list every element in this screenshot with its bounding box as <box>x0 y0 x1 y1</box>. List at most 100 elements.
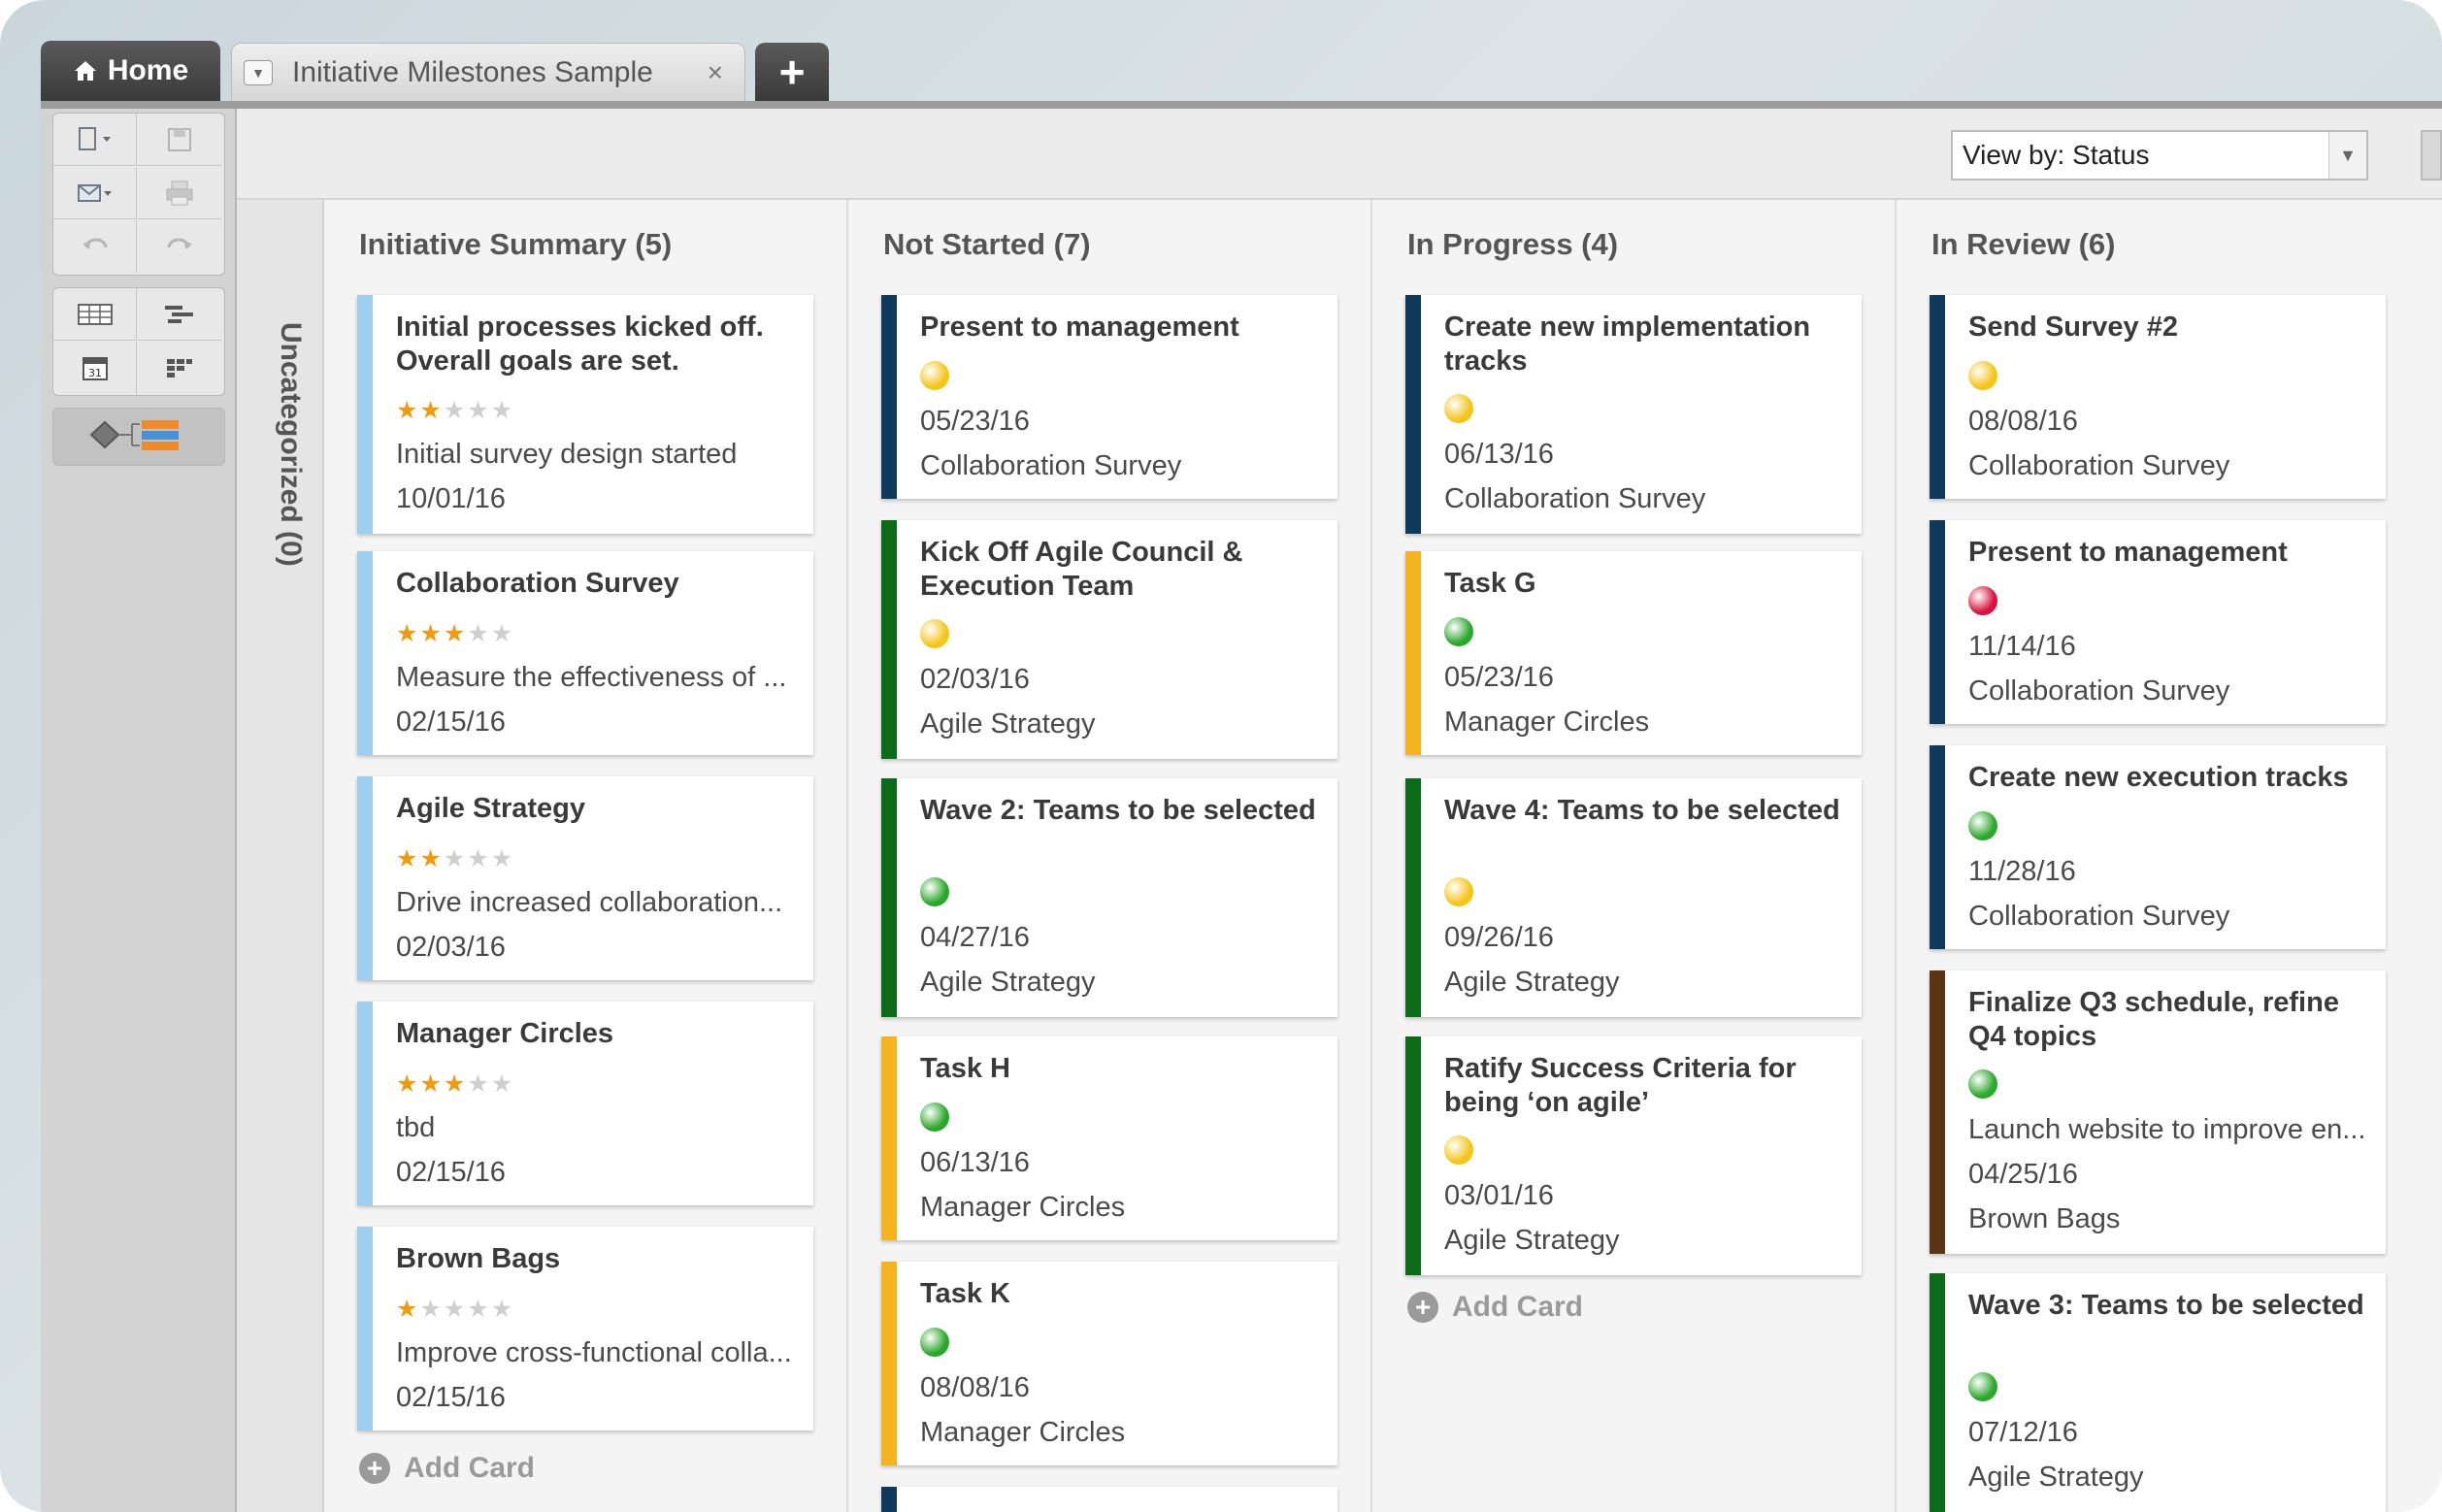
card[interactable]: Ratify Success Criteria for being ‘on ag… <box>1405 1036 1862 1275</box>
tab-bar: Home ▼ Initiative Milestones Sample × + <box>0 0 2442 109</box>
column-in-progress: In Progress (4) Create new implementatio… <box>1372 200 1897 1512</box>
grid-view-button[interactable] <box>53 288 137 341</box>
tab-initiative-milestones[interactable]: ▼ Initiative Milestones Sample × <box>231 43 745 101</box>
card[interactable]: Create new implementation tracks 06/13/1… <box>1405 295 1862 534</box>
rating-stars[interactable]: ★★★★★ <box>396 844 514 873</box>
star-empty-icon[interactable]: ★ <box>467 845 490 872</box>
close-icon: × <box>707 56 723 87</box>
star-filled-icon[interactable]: ★ <box>444 620 467 647</box>
card[interactable]: Present to management 11/14/16 Collabora… <box>1930 520 2386 724</box>
card-project: Manager Circles <box>920 1417 1126 1448</box>
workflow-button[interactable] <box>53 409 224 461</box>
star-empty-icon[interactable]: ★ <box>467 1296 490 1323</box>
star-filled-icon[interactable]: ★ <box>419 845 443 872</box>
card[interactable]: Task G 05/23/16 Manager Circles <box>1405 551 1862 755</box>
card[interactable]: Task H 06/13/16 Manager Circles <box>881 1036 1337 1240</box>
print-button[interactable] <box>138 167 221 219</box>
card-description: Measure the effectiveness of ... <box>396 662 787 693</box>
save-button[interactable] <box>138 114 221 166</box>
undo-button[interactable] <box>53 220 137 273</box>
home-icon <box>74 61 96 81</box>
rating-stars[interactable]: ★★★★★ <box>396 396 514 425</box>
gantt-view-button[interactable] <box>138 288 221 341</box>
card[interactable]: Wave 2: Teams to be selected 04/27/16 Ag… <box>881 778 1337 1017</box>
star-filled-icon[interactable]: ★ <box>396 397 419 424</box>
star-filled-icon[interactable]: ★ <box>396 1070 419 1098</box>
star-empty-icon[interactable]: ★ <box>491 397 514 424</box>
star-filled-icon[interactable]: ★ <box>419 620 443 647</box>
card-title: Create new implementation tracks <box>1444 312 1811 377</box>
card-project: Agile Strategy <box>920 708 1096 740</box>
star-empty-icon[interactable]: ★ <box>491 1296 514 1323</box>
card-title: Finalize Q3 schedule, refine Q4 topics <box>1968 987 2339 1052</box>
column-title: Initiative Summary (5) <box>359 227 673 261</box>
uncategorized-lane[interactable]: Uncategorized (0) <box>237 200 324 1512</box>
star-empty-icon[interactable]: ★ <box>444 1296 467 1323</box>
board-area: View by: Status ▼ Uncategorized (0) Init… <box>237 109 2442 1512</box>
rating-stars[interactable]: ★★★★★ <box>396 619 514 648</box>
close-tab-button[interactable]: × <box>708 57 723 88</box>
card-date: 02/15/16 <box>396 707 506 738</box>
chevron-down-icon[interactable]: ▼ <box>2328 132 2366 179</box>
card[interactable]: Kick Off Agile Council & Execution Team … <box>881 520 1337 759</box>
star-empty-icon[interactable]: ★ <box>467 620 490 647</box>
card[interactable]: Initial processes kicked off. Overall go… <box>357 295 813 534</box>
card[interactable]: Finalize Q3 schedule, refine Q4 topics L… <box>1930 970 2386 1254</box>
calendar-view-button[interactable]: 31 <box>53 342 137 394</box>
card-date: 06/13/16 <box>1444 439 1554 470</box>
card[interactable]: Wave 3: Teams to be selected 07/12/16 Ag… <box>1930 1273 2386 1512</box>
add-circle-icon: + <box>1407 1292 1438 1323</box>
card[interactable]: Manager Circles ★★★★★ tbd 02/15/16 <box>357 1002 813 1205</box>
card-view-button[interactable] <box>138 342 221 394</box>
card-title: Manager Circles <box>396 1018 614 1049</box>
star-filled-icon[interactable]: ★ <box>444 1070 467 1098</box>
card-project: Agile Strategy <box>1444 967 1620 998</box>
card-project: Agile Strategy <box>1968 1462 2144 1493</box>
rating-stars[interactable]: ★★★★★ <box>396 1295 514 1324</box>
card-title: Collaboration Survey <box>396 568 679 599</box>
card-title: Create new execution tracks <box>1968 762 2349 793</box>
new-document-button[interactable] <box>53 114 137 166</box>
chevron-down-icon: ▼ <box>251 64 265 81</box>
card[interactable]: Present to management 05/23/16 Collabora… <box>881 295 1337 499</box>
status-dot-icon <box>1444 394 1473 423</box>
card-title: Task H <box>920 1053 1010 1084</box>
star-empty-icon[interactable]: ★ <box>444 845 467 872</box>
star-empty-icon[interactable]: ★ <box>491 845 514 872</box>
card[interactable]: Brown Bags ★★★★★ Improve cross-functiona… <box>357 1227 813 1430</box>
card-date: 08/08/16 <box>920 1372 1030 1403</box>
card-title: Present to management <box>920 312 1239 343</box>
rating-stars[interactable]: ★★★★★ <box>396 1069 514 1099</box>
card[interactable]: Send Survey #2 08/08/16 Collaboration Su… <box>1930 295 2386 499</box>
email-button[interactable] <box>53 167 137 219</box>
star-filled-icon[interactable]: ★ <box>396 845 419 872</box>
star-empty-icon[interactable]: ★ <box>467 397 490 424</box>
star-empty-icon[interactable]: ★ <box>444 397 467 424</box>
tab-menu-dropdown[interactable]: ▼ <box>244 59 273 85</box>
star-filled-icon[interactable]: ★ <box>419 397 443 424</box>
add-card-button[interactable]: + Add Card <box>1407 1291 1583 1324</box>
star-filled-icon[interactable]: ★ <box>396 620 419 647</box>
star-empty-icon[interactable]: ★ <box>419 1296 443 1323</box>
add-card-button[interactable]: + Add Card <box>359 1452 535 1485</box>
card-date: 05/23/16 <box>1444 662 1554 693</box>
side-panel-handle[interactable] <box>2421 130 2442 181</box>
card[interactable]: Task K 08/08/16 Manager Circles <box>881 1262 1337 1465</box>
star-filled-icon[interactable]: ★ <box>396 1296 419 1323</box>
redo-button[interactable] <box>138 220 221 273</box>
status-dot-icon <box>920 877 949 906</box>
status-dot-icon <box>920 361 949 390</box>
add-tab-button[interactable]: + <box>755 43 829 101</box>
tab-home[interactable]: Home <box>41 41 220 101</box>
card[interactable]: Wave 4: Teams to be selected 09/26/16 Ag… <box>1405 778 1862 1017</box>
star-empty-icon[interactable]: ★ <box>467 1070 490 1098</box>
star-empty-icon[interactable]: ★ <box>491 620 514 647</box>
view-by-select[interactable]: View by: Status ▼ <box>1951 130 2368 181</box>
card-partial[interactable] <box>881 1487 1337 1512</box>
toolbar-group-workflow <box>52 408 225 466</box>
star-filled-icon[interactable]: ★ <box>419 1070 443 1098</box>
card[interactable]: Collaboration Survey ★★★★★ Measure the e… <box>357 551 813 755</box>
star-empty-icon[interactable]: ★ <box>491 1070 514 1098</box>
card[interactable]: Create new execution tracks 11/28/16 Col… <box>1930 745 2386 949</box>
card[interactable]: Agile Strategy ★★★★★ Drive increased col… <box>357 776 813 980</box>
